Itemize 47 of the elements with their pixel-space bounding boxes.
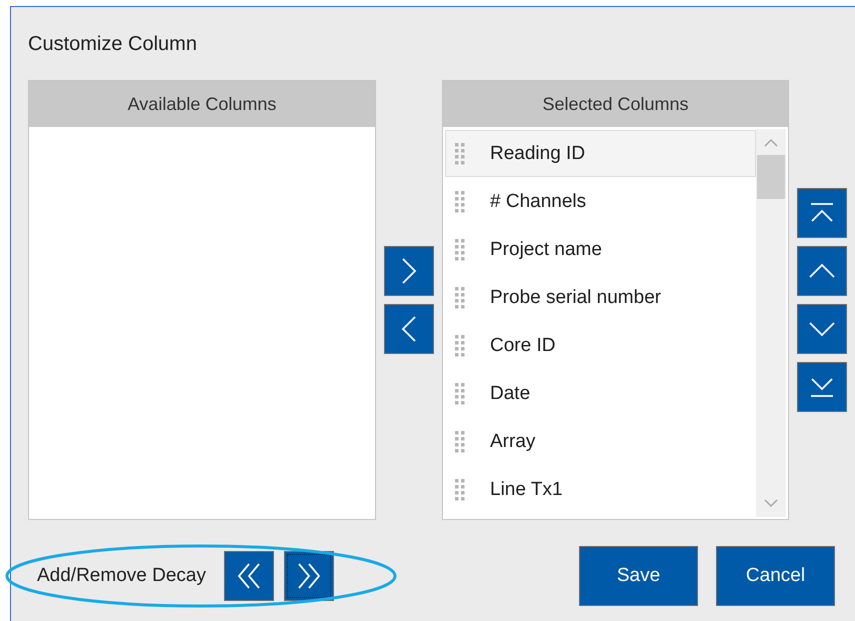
- list-item-label: Array: [490, 430, 536, 452]
- scroll-thumb[interactable]: [757, 155, 785, 199]
- move-to-top-button[interactable]: [797, 188, 847, 238]
- move-left-button[interactable]: [384, 304, 434, 354]
- list-item[interactable]: # Channels: [445, 178, 756, 225]
- list-header: Selected Columns: [443, 81, 788, 127]
- drag-handle-icon: [455, 286, 465, 308]
- move-to-bottom-button[interactable]: [797, 362, 847, 412]
- list-item[interactable]: Probe serial number: [445, 274, 756, 321]
- scrollbar[interactable]: [756, 129, 786, 517]
- chevron-left-icon: [400, 314, 418, 344]
- drag-handle-icon: [455, 238, 465, 260]
- save-button[interactable]: Save: [579, 546, 698, 606]
- list-item-label: Line Tx1: [490, 478, 563, 500]
- decay-label: Add/Remove Decay: [37, 565, 206, 587]
- add-decay-button[interactable]: [284, 551, 334, 601]
- list-item[interactable]: Date: [445, 370, 756, 417]
- drag-handle-icon: [455, 142, 465, 164]
- drag-handle-icon: [455, 382, 465, 404]
- list-item[interactable]: Reading ID: [445, 130, 756, 177]
- available-columns-list[interactable]: Available Columns: [28, 80, 376, 520]
- scroll-down-icon: [763, 498, 779, 508]
- cancel-button[interactable]: Cancel: [716, 546, 835, 606]
- move-down-button[interactable]: [797, 304, 847, 354]
- list-item[interactable]: Line Tx1: [445, 466, 756, 513]
- list-item-label: Project name: [490, 238, 602, 260]
- list-item-label: Reading ID: [490, 142, 586, 164]
- list-item[interactable]: Core ID: [445, 322, 756, 369]
- drag-handle-icon: [455, 190, 465, 212]
- drag-handle-icon: [455, 430, 465, 452]
- dialog-title: Customize Column: [28, 32, 198, 57]
- list-item-label: Probe serial number: [490, 286, 662, 308]
- list-item-label: Date: [490, 382, 530, 404]
- list-item-label: Core ID: [490, 334, 556, 356]
- remove-decay-button[interactable]: [224, 551, 274, 601]
- chevron-down-icon: [808, 321, 836, 337]
- scroll-up-icon: [763, 138, 779, 148]
- chevron-right-icon: [400, 256, 418, 286]
- move-right-button[interactable]: [384, 246, 434, 296]
- list-item-label: # Channels: [490, 190, 586, 212]
- drag-handle-icon: [455, 334, 465, 356]
- list-header: Available Columns: [29, 81, 375, 127]
- list-item[interactable]: Array: [445, 418, 756, 465]
- drag-handle-icon: [455, 478, 465, 500]
- list-item[interactable]: Project name: [445, 226, 756, 273]
- chevron-up-icon: [808, 263, 836, 279]
- move-up-button[interactable]: [797, 246, 847, 296]
